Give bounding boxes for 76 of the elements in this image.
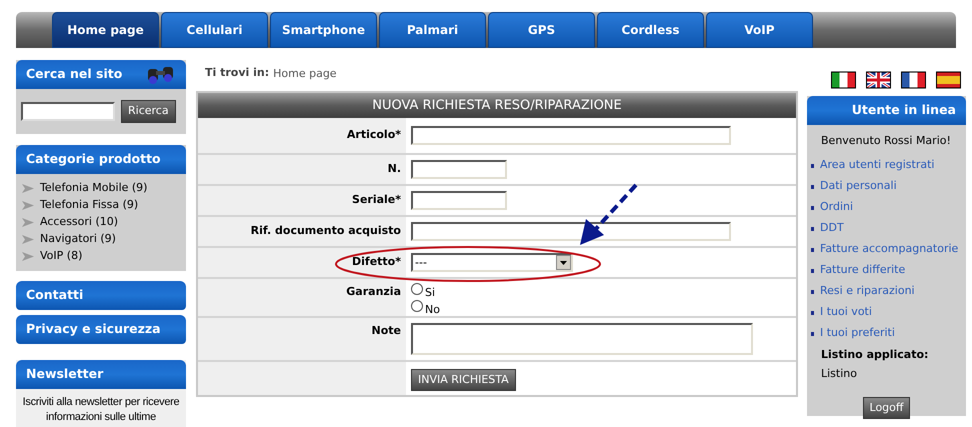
- category-link[interactable]: Navigatori (9): [40, 231, 116, 248]
- welcome-text: Benvenuto Rossi Mario!: [820, 133, 952, 149]
- binoculars-icon: [146, 64, 176, 84]
- dropdown-caret-icon: [556, 255, 571, 270]
- breadcrumb-current: Home page: [273, 66, 337, 82]
- arrow-icon: [22, 252, 34, 261]
- bullet-icon: [811, 164, 814, 168]
- nav-tab[interactable]: Cordless: [597, 12, 704, 48]
- france-flag-icon[interactable]: [901, 71, 926, 89]
- dashed-arrow: [578, 183, 638, 247]
- panel-title: Newsletter: [26, 365, 104, 384]
- arrow-icon: [22, 201, 34, 210]
- bullet-icon: [811, 226, 814, 230]
- side-menu-link[interactable]: Privacy e sicurezza: [16, 315, 186, 344]
- radio-button[interactable]: [411, 283, 423, 295]
- bullet-icon: [811, 268, 814, 272]
- logoff-button[interactable]: Logoff: [862, 397, 910, 419]
- category-link[interactable]: Telefonia Fissa (9): [40, 197, 138, 214]
- user-menu-link[interactable]: Ordini: [820, 199, 854, 216]
- field-label: N.: [388, 161, 401, 178]
- category-link[interactable]: VoIP (8): [40, 248, 82, 265]
- bullet-icon: [811, 310, 814, 314]
- notes-field[interactable]: [411, 323, 753, 355]
- submit-button[interactable]: INVIA RICHIESTA: [411, 369, 516, 392]
- input-field[interactable]: [411, 222, 731, 241]
- defect-dropdown[interactable]: ---: [411, 253, 573, 272]
- search-field[interactable]: [21, 102, 115, 121]
- nav-tab[interactable]: Smartphone: [270, 12, 377, 48]
- nav-tab[interactable]: Palmari: [379, 12, 486, 48]
- field-label: Garanzia: [346, 284, 401, 300]
- form-title: NUOVA RICHIESTA RESO/RIPARAZIONE: [198, 93, 796, 118]
- input-field[interactable]: [411, 126, 731, 145]
- field-label: Difetto*: [352, 254, 401, 270]
- italy-flag-icon[interactable]: [831, 71, 856, 89]
- field-label: Articolo*: [346, 127, 401, 144]
- input-field[interactable]: [411, 160, 507, 179]
- user-menu-link[interactable]: DDT: [820, 220, 844, 237]
- input-field[interactable]: [411, 191, 507, 210]
- union-jack-icon[interactable]: [866, 71, 891, 89]
- search-button[interactable]: Ricerca: [121, 100, 176, 123]
- user-menu-link[interactable]: I tuoi voti: [820, 304, 872, 321]
- nav-tab[interactable]: GPS: [488, 12, 595, 48]
- bullet-icon: [811, 206, 814, 210]
- nav-tab[interactable]: VoIP: [706, 12, 813, 48]
- spain-flag-icon[interactable]: [936, 71, 961, 89]
- nav-tab[interactable]: Home page: [52, 12, 159, 48]
- radio-button[interactable]: [411, 300, 423, 312]
- category-link[interactable]: Telefonia Mobile (9): [40, 180, 148, 197]
- field-label: Note: [372, 323, 401, 339]
- side-menu-link[interactable]: Contatti: [16, 281, 186, 310]
- field-label: Seriale*: [352, 192, 401, 208]
- user-menu-link[interactable]: Fatture differite: [820, 262, 906, 279]
- bullet-icon: [811, 184, 814, 188]
- user-menu-link[interactable]: Dati personali: [820, 178, 897, 195]
- user-menu-link[interactable]: I tuoi preferiti: [820, 325, 895, 342]
- bullet-icon: [811, 290, 814, 294]
- user-menu-link[interactable]: Resi e riparazioni: [820, 283, 915, 300]
- panel-title: Categorie prodotto: [26, 150, 161, 168]
- user-menu-link[interactable]: Fatture accompagnatorie: [820, 241, 958, 258]
- arrow-icon: [22, 184, 34, 193]
- bullet-icon: [811, 332, 814, 336]
- bullet-icon: [811, 248, 814, 252]
- user-menu-link[interactable]: Area utenti registrati: [820, 157, 934, 174]
- panel-title: Cerca nel sito: [26, 65, 122, 84]
- price-list-label: Listino applicato:: [820, 347, 930, 363]
- nav-tab[interactable]: Cellulari: [161, 12, 268, 48]
- breadcrumb-label: Ti trovi in:: [205, 65, 270, 81]
- panel-title: Utente in linea: [852, 101, 956, 120]
- arrow-icon: [22, 235, 34, 244]
- newsletter-text: Iscriviti alla newsletter per ricevere informazioni sulle ultime: [22, 395, 180, 425]
- radio-label: No: [425, 304, 440, 315]
- arrow-icon: [22, 218, 34, 227]
- field-label: Rif. documento acquisto: [250, 223, 401, 240]
- category-link[interactable]: Accessori (10): [40, 214, 118, 231]
- radio-label: Si: [425, 287, 436, 298]
- price-list-value: Listino: [820, 366, 858, 382]
